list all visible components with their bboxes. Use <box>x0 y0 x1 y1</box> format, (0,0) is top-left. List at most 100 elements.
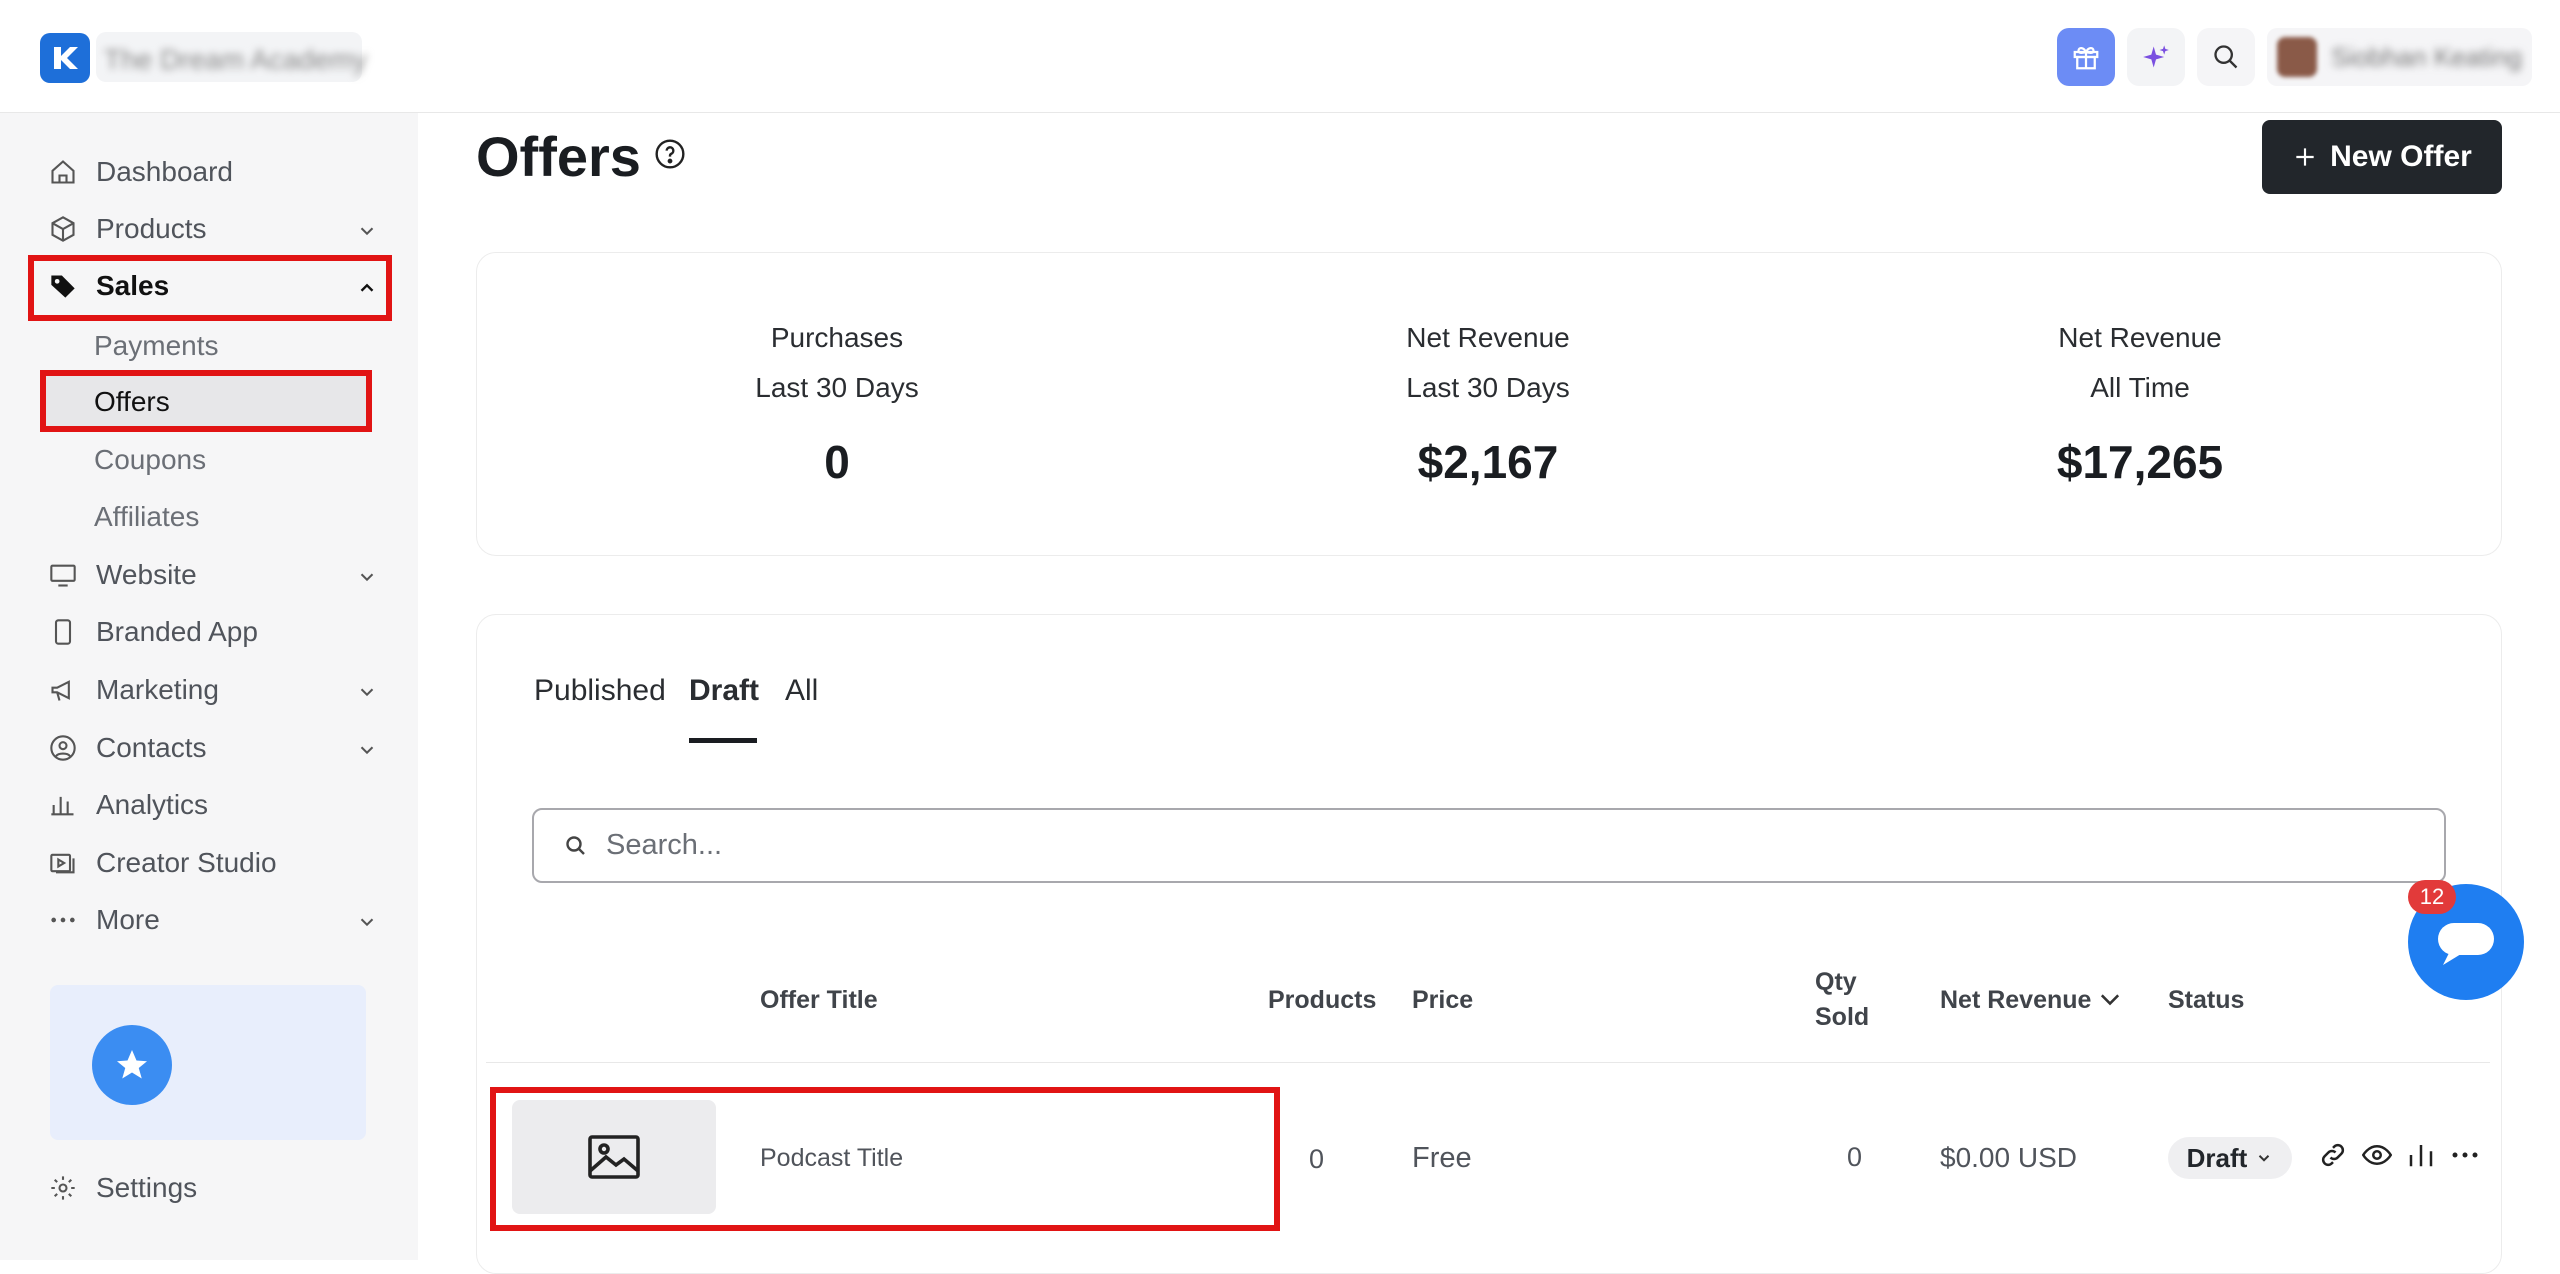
stats-card: Purchases Last 30 Days 0 Net Revenue Las… <box>476 252 2502 556</box>
status-badge[interactable]: Draft <box>2168 1137 2292 1179</box>
sidebar-item-label: Website <box>96 559 197 590</box>
cell-products: 0 <box>1309 1144 1325 1174</box>
column-products: Products <box>1268 986 1377 1014</box>
more-options-icon[interactable] <box>2450 1140 2480 1175</box>
sidebar-item-analytics[interactable]: Analytics <box>48 785 378 825</box>
new-offer-button[interactable]: New Offer <box>2262 120 2502 194</box>
user-name: Siobhan Keating <box>2331 41 2522 72</box>
row-highlight <box>490 1087 1280 1231</box>
stat-value: $17,265 <box>2056 436 2224 488</box>
sales-highlight <box>28 255 392 321</box>
page-title: Offers <box>476 125 641 188</box>
search-field[interactable] <box>532 808 2446 883</box>
help-icon[interactable] <box>654 138 686 175</box>
sidebar-item-dashboard[interactable]: Dashboard <box>48 152 378 192</box>
sidebar-subitem-affiliates[interactable]: Affiliates <box>94 501 199 533</box>
home-icon <box>48 157 78 187</box>
top-bar: The Dream Academy Siobhan Keating <box>0 0 2560 113</box>
column-sold: Sold <box>1815 1003 1870 1031</box>
user-circle-icon <box>48 733 78 763</box>
bar-chart-icon <box>48 790 78 820</box>
sidebar-item-label: More <box>96 904 160 935</box>
sparkle-icon <box>2143 45 2170 68</box>
search-icon <box>566 835 585 855</box>
sidebar-item-label: Analytics <box>96 789 209 820</box>
stat-period: Last 30 Days <box>1406 372 1570 403</box>
stat-period: All Time <box>2090 372 2190 403</box>
header-divider <box>486 1062 2490 1063</box>
status-label: Draft <box>2186 1142 2248 1173</box>
school-name: The Dream Academy <box>104 44 367 75</box>
plus-icon <box>2296 148 2314 166</box>
cell-net-revenue: $0.00 USD <box>1940 1142 2077 1173</box>
gift-icon <box>2073 46 2099 70</box>
promo-card[interactable] <box>50 985 366 1140</box>
sidebar-item-more[interactable]: More <box>48 900 378 940</box>
cell-price: Free <box>1412 1142 1472 1174</box>
sidebar-item-label: Creator Studio <box>96 847 277 878</box>
sidebar-item-label: Dashboard <box>96 156 233 187</box>
phone-icon <box>48 617 78 647</box>
sidebar-subitem-coupons[interactable]: Coupons <box>94 444 206 476</box>
sidebar-item-branded-app[interactable]: Branded App <box>48 612 378 652</box>
search-icon <box>2214 45 2238 69</box>
chevron-down-icon <box>356 736 378 768</box>
stat-value: $2,167 <box>1417 436 1559 488</box>
chevron-down-icon <box>356 678 378 710</box>
sidebar-item-creator-studio[interactable]: Creator Studio <box>48 843 378 883</box>
sidebar-item-products[interactable]: Products <box>48 209 378 249</box>
sidebar-subitem-offers[interactable]: Offers <box>40 370 372 432</box>
new-offer-label: New Offer <box>2330 140 2472 173</box>
chevron-down-icon <box>2259 1155 2270 1162</box>
column-price: Price <box>1412 986 1474 1014</box>
monitor-icon <box>48 560 78 590</box>
megaphone-icon <box>48 675 78 705</box>
sidebar-item-contacts[interactable]: Contacts <box>48 728 378 768</box>
sidebar-item-label: Products <box>96 213 207 244</box>
column-qty: Qty <box>1815 968 1857 996</box>
ai-sparkle-button[interactable] <box>2127 28 2186 86</box>
tab-published[interactable]: Published <box>534 674 666 708</box>
sidebar-subitem-label: Offers <box>94 386 170 417</box>
school-switcher[interactable]: The Dream Academy <box>96 32 367 82</box>
column-net-revenue[interactable]: Net Revenue <box>1940 986 2091 1015</box>
stat-net-revenue-30: Net Revenue Last 30 Days $2,167 <box>1288 313 1688 489</box>
chat-icon <box>2438 923 2494 965</box>
sidebar-item-marketing[interactable]: Marketing <box>48 670 378 710</box>
eye-icon[interactable] <box>2361 1140 2393 1175</box>
sidebar-item-label: Settings <box>96 1172 198 1203</box>
box-icon <box>48 214 78 244</box>
video-icon <box>48 848 78 878</box>
column-offer-title: Offer Title <box>760 986 878 1014</box>
search-button[interactable] <box>2197 28 2256 86</box>
search-input[interactable] <box>606 829 2206 862</box>
active-tab-indicator <box>689 738 757 743</box>
user-menu[interactable]: Siobhan Keating <box>2267 28 2532 86</box>
stat-label: Net Revenue <box>1406 322 1570 353</box>
sort-chevron-icon[interactable] <box>2096 986 2124 1019</box>
gear-icon <box>48 1173 78 1203</box>
logo-icon[interactable] <box>40 33 90 83</box>
column-status: Status <box>2168 986 2245 1014</box>
analytics-icon[interactable] <box>2406 1140 2436 1175</box>
stat-label: Net Revenue <box>2058 322 2222 353</box>
stat-purchases: Purchases Last 30 Days 0 <box>637 313 1037 489</box>
sidebar-subitem-payments[interactable]: Payments <box>94 330 219 362</box>
tab-all[interactable]: All <box>785 674 818 708</box>
dots-icon <box>48 905 78 935</box>
cell-qty-sold: 0 <box>1847 1142 1863 1172</box>
tab-draft[interactable]: Draft <box>689 674 759 708</box>
link-icon[interactable] <box>2318 1140 2348 1175</box>
sidebar-item-label: Contacts <box>96 732 207 763</box>
sidebar-item-website[interactable]: Website <box>48 555 378 595</box>
stat-label: Purchases <box>770 322 904 353</box>
stat-period: Last 30 Days <box>755 372 919 403</box>
sidebar-item-label: Branded App <box>96 616 258 647</box>
stat-net-revenue-all: Net Revenue All Time $17,265 <box>1940 313 2340 489</box>
sidebar-item-settings[interactable]: Settings <box>48 1168 378 1208</box>
chevron-down-icon <box>356 563 378 595</box>
star-icon <box>92 1025 172 1105</box>
chevron-down-icon <box>356 217 378 249</box>
gift-button[interactable] <box>2057 28 2116 86</box>
stat-value: 0 <box>824 436 850 488</box>
